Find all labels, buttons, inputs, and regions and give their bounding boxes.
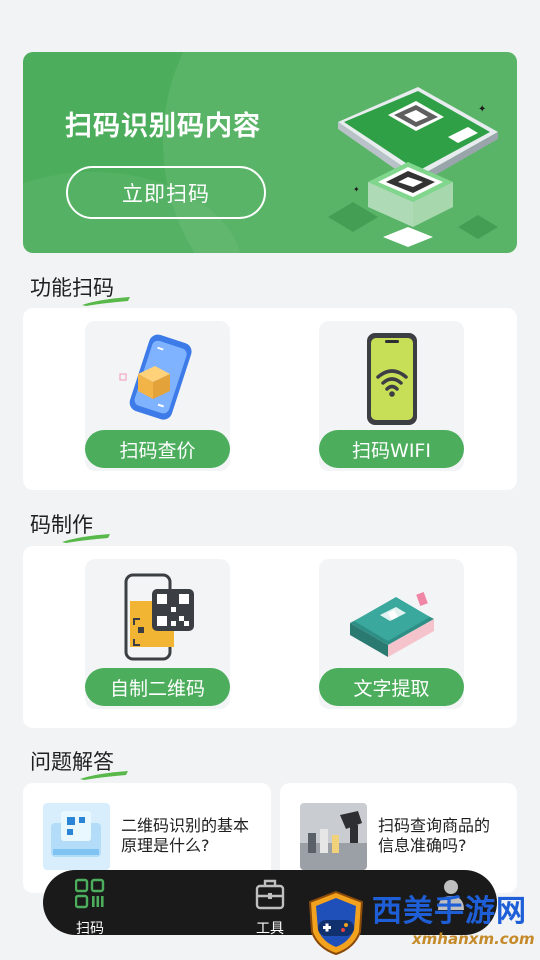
wifi-scan-tile[interactable]: 扫码WIFI [319, 321, 464, 471]
qr-tech-thumbnail [43, 803, 110, 870]
watermark-text: 西美手游网 [372, 894, 527, 929]
make-card: 自制二维码 文字提取 [23, 546, 517, 728]
text-extract-button[interactable]: 文字提取 [319, 668, 464, 706]
qr-phone-icon [124, 573, 194, 661]
section-title-text: 码制作 [30, 513, 93, 537]
tab-tools-label: 工具 [256, 921, 284, 937]
wifi-scan-button[interactable]: 扫码WIFI [319, 430, 464, 468]
svg-text:✦: ✦ [478, 104, 486, 115]
phone-box-icon [119, 334, 192, 420]
watermark: 西美手游网 xmhanxm.com [300, 880, 540, 960]
toolbox-icon [255, 879, 285, 910]
section-title-text: 功能扫码 [30, 276, 114, 300]
qa-section-title: 问题解答 [30, 746, 128, 780]
price-scan-tile[interactable]: 扫码查价 [85, 321, 230, 471]
qa-question-text: 二维码识别的基本原理是什么? [121, 816, 250, 855]
scan-now-button[interactable]: 立即扫码 [66, 166, 266, 219]
book-icon [350, 591, 434, 657]
hero-banner: 扫码识别码内容 立即扫码 ✦ ✦ [23, 52, 517, 253]
banner-title: 扫码识别码内容 [65, 111, 261, 142]
qa-question-text: 扫码查询商品的信息准确吗? [378, 816, 491, 855]
make-qr-tile[interactable]: 自制二维码 [85, 559, 230, 709]
make-qr-button[interactable]: 自制二维码 [85, 668, 230, 706]
wifi-phone-icon [367, 333, 417, 425]
svg-text:✦: ✦ [353, 185, 360, 194]
text-extract-tile[interactable]: 文字提取 [319, 559, 464, 709]
make-section-title: 码制作 [30, 509, 110, 543]
grid-scan-icon [75, 878, 105, 909]
tab-tools[interactable]: 工具 [240, 876, 300, 937]
watermark-url: xmhanxm.com [412, 930, 535, 948]
gamepad-shield-logo [308, 890, 364, 956]
price-scan-button[interactable]: 扫码查价 [85, 430, 230, 468]
section-title-text: 问题解答 [30, 750, 114, 774]
features-section-title: 功能扫码 [30, 272, 130, 306]
phone-qr-illustration-icon: ✦ ✦ [328, 87, 498, 247]
scanner-thumbnail [300, 803, 367, 870]
features-card: 扫码查价 扫码WIFI [23, 308, 517, 490]
tab-scan-label: 扫码 [76, 921, 104, 937]
tab-scan[interactable]: 扫码 [60, 876, 120, 937]
